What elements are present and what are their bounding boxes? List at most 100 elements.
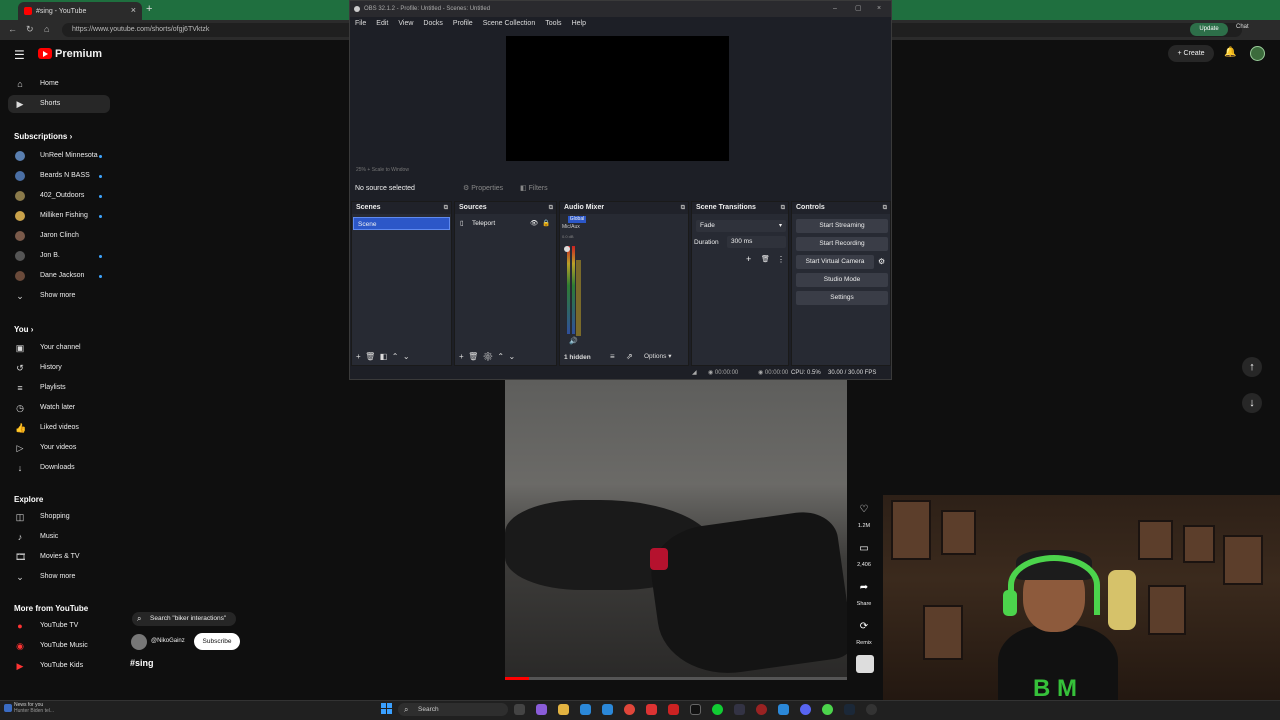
show-more-subscriptions[interactable]: ⌄ Show more xyxy=(8,287,110,305)
sidebar-item-youtube-music[interactable]: ◉ YouTube Music xyxy=(8,637,110,655)
subscriptions-heading[interactable]: Subscriptions › xyxy=(14,132,72,141)
sidebar-item-subscription[interactable]: Jaron Clinch xyxy=(8,227,110,245)
remove-icon[interactable]: 🗑 xyxy=(365,352,375,361)
undock-icon[interactable]: ⧉ xyxy=(781,202,785,214)
channel-name[interactable]: @NikoGainz xyxy=(151,638,185,644)
sidebar-item-subscription[interactable]: Milliken Fishing xyxy=(8,207,110,225)
source-item[interactable]: ▯ Teleport 👁 🔒 xyxy=(456,217,555,230)
sidebar-item-history[interactable]: ↺ History xyxy=(8,359,110,377)
undock-icon[interactable]: ⧉ xyxy=(883,202,887,214)
app-icon[interactable] xyxy=(778,704,789,715)
sidebar-item-your-videos[interactable]: ▷ Your videos xyxy=(8,439,110,457)
add-icon[interactable]: + xyxy=(356,352,361,361)
home-nav-icon[interactable]: ⌂ xyxy=(44,24,49,34)
undock-icon[interactable]: ⧉ xyxy=(444,202,448,214)
short-hashtag[interactable]: #sing xyxy=(130,658,154,668)
studio-mode-button[interactable]: Studio Mode xyxy=(796,273,888,287)
app-icon[interactable] xyxy=(646,704,657,715)
weather-icon[interactable] xyxy=(4,704,12,712)
menu-help[interactable]: Help xyxy=(567,17,591,30)
new-tab-button[interactable]: + xyxy=(146,3,152,15)
you-heading[interactable]: You › xyxy=(14,325,33,334)
mixer-global-tab[interactable]: Global xyxy=(568,216,586,223)
sidebar-item-home[interactable]: ⌂ Home xyxy=(8,75,110,93)
undock-icon[interactable]: ⧉ xyxy=(681,202,685,214)
subscribe-button[interactable]: Subscribe xyxy=(194,633,240,650)
move-down-icon[interactable]: ⌄ xyxy=(509,352,516,361)
related-search-chip[interactable]: ⌕ Search "biker interactions" xyxy=(132,612,236,626)
close-tab-icon[interactable]: × xyxy=(131,5,136,15)
windows-start-icon[interactable] xyxy=(381,703,392,714)
share-icon[interactable]: ➦ xyxy=(856,580,872,596)
copilot-icon[interactable] xyxy=(536,704,547,715)
sidebar-item-music[interactable]: ♪ Music xyxy=(8,528,110,546)
menu-file[interactable]: File xyxy=(350,17,371,30)
app-icon[interactable] xyxy=(712,704,723,715)
sidebar-item-youtube-tv[interactable]: ● YouTube TV xyxy=(8,617,110,635)
sidebar-item-shopping[interactable]: ◫ Shopping xyxy=(8,508,110,526)
news-widget[interactable]: News for you Hunter Biden tel... xyxy=(14,702,54,714)
browser-tab[interactable]: #sing - YouTube × xyxy=(18,2,142,20)
settings-button[interactable]: Settings xyxy=(796,291,888,305)
taskbar-search[interactable]: ⌕ Search xyxy=(398,703,508,716)
mute-speaker-icon[interactable]: 🔊 xyxy=(569,337,578,345)
sidebar-item-shorts[interactable]: ▶ Shorts xyxy=(8,95,110,113)
sidebar-item-playlists[interactable]: ≡ Playlists xyxy=(8,379,110,397)
comment-icon[interactable]: ▭ xyxy=(856,541,872,557)
link-icon[interactable]: ⇗ xyxy=(626,349,633,365)
show-more-explore[interactable]: ⌄ Show more xyxy=(8,568,110,586)
youtube-brand[interactable]: Premium xyxy=(55,48,102,60)
sidebar-item-movies[interactable]: 🎞 Movies & TV xyxy=(8,548,110,566)
menu-view[interactable]: View xyxy=(393,17,418,30)
sidebar-item-subscription[interactable]: Dane Jackson xyxy=(8,267,110,285)
back-icon[interactable]: ← xyxy=(8,24,17,34)
add-icon[interactable]: + xyxy=(459,352,464,361)
start-recording-button[interactable]: Start Recording xyxy=(796,237,888,251)
preview-zoom[interactable]: 25% + Scale to Window xyxy=(356,167,409,173)
app-icon[interactable] xyxy=(756,704,767,715)
virtual-camera-settings-icon[interactable]: ⚙ xyxy=(878,255,885,269)
menu-tools[interactable]: Tools xyxy=(540,17,566,30)
account-avatar[interactable] xyxy=(1250,46,1265,61)
duration-field[interactable]: 300 ms xyxy=(727,236,786,248)
maximize-icon[interactable]: ▢ xyxy=(855,1,862,17)
transition-select[interactable]: Fade ▾ xyxy=(696,220,786,232)
close-icon[interactable]: × xyxy=(877,1,881,17)
minimize-icon[interactable]: – xyxy=(833,1,837,17)
menu-profile[interactable]: Profile xyxy=(448,17,478,30)
undock-icon[interactable]: ⧉ xyxy=(549,202,553,214)
sidebar-item-youtube-kids[interactable]: ▶ YouTube Kids xyxy=(8,657,110,675)
file-explorer-icon[interactable] xyxy=(558,704,569,715)
create-button[interactable]: + Create xyxy=(1168,45,1214,62)
short-video-player[interactable] xyxy=(505,380,847,678)
sidebar-item-downloads[interactable]: ↓ Downloads xyxy=(8,459,110,477)
filters-button[interactable]: ◧ Filters xyxy=(520,180,548,197)
obs-preview[interactable] xyxy=(506,36,729,161)
volume-fader[interactable] xyxy=(564,246,570,252)
reload-icon[interactable]: ↻ xyxy=(26,24,34,35)
lock-icon[interactable]: 🔒 xyxy=(542,217,550,230)
chat-button[interactable]: Chat xyxy=(1236,24,1249,30)
app-icon[interactable] xyxy=(734,704,745,715)
options-button[interactable]: Options ▾ xyxy=(644,349,671,365)
sidebar-item-subscription[interactable]: Jon B. xyxy=(8,247,110,265)
steam-icon[interactable] xyxy=(844,704,855,715)
channel-avatar[interactable] xyxy=(131,634,147,650)
sidebar-item-subscription[interactable]: UnReel Minnesota xyxy=(8,147,110,165)
move-up-icon[interactable]: ⌃ xyxy=(392,352,399,361)
advanced-audio-icon[interactable]: ≡ xyxy=(610,349,615,365)
like-icon[interactable]: ♡ xyxy=(856,502,872,518)
add-transition-icon[interactable]: + xyxy=(746,254,751,264)
move-up-icon[interactable]: ⌃ xyxy=(497,352,504,361)
notifications-bell-icon[interactable]: 🔔 xyxy=(1224,47,1236,58)
move-down-icon[interactable]: ⌄ xyxy=(403,352,410,361)
remove-icon[interactable]: 🗑 xyxy=(468,352,478,361)
app-icon[interactable] xyxy=(668,704,679,715)
store-icon[interactable] xyxy=(602,704,613,715)
sidebar-item-watch-later[interactable]: ◷ Watch later xyxy=(8,399,110,417)
sidebar-item-subscription[interactable]: Beards N BASS xyxy=(8,167,110,185)
edge-icon[interactable] xyxy=(580,704,591,715)
menu-docks[interactable]: Docks xyxy=(418,17,447,30)
obs-taskbar-icon[interactable] xyxy=(866,704,877,715)
more-options-icon[interactable]: ⋮ xyxy=(777,255,785,264)
